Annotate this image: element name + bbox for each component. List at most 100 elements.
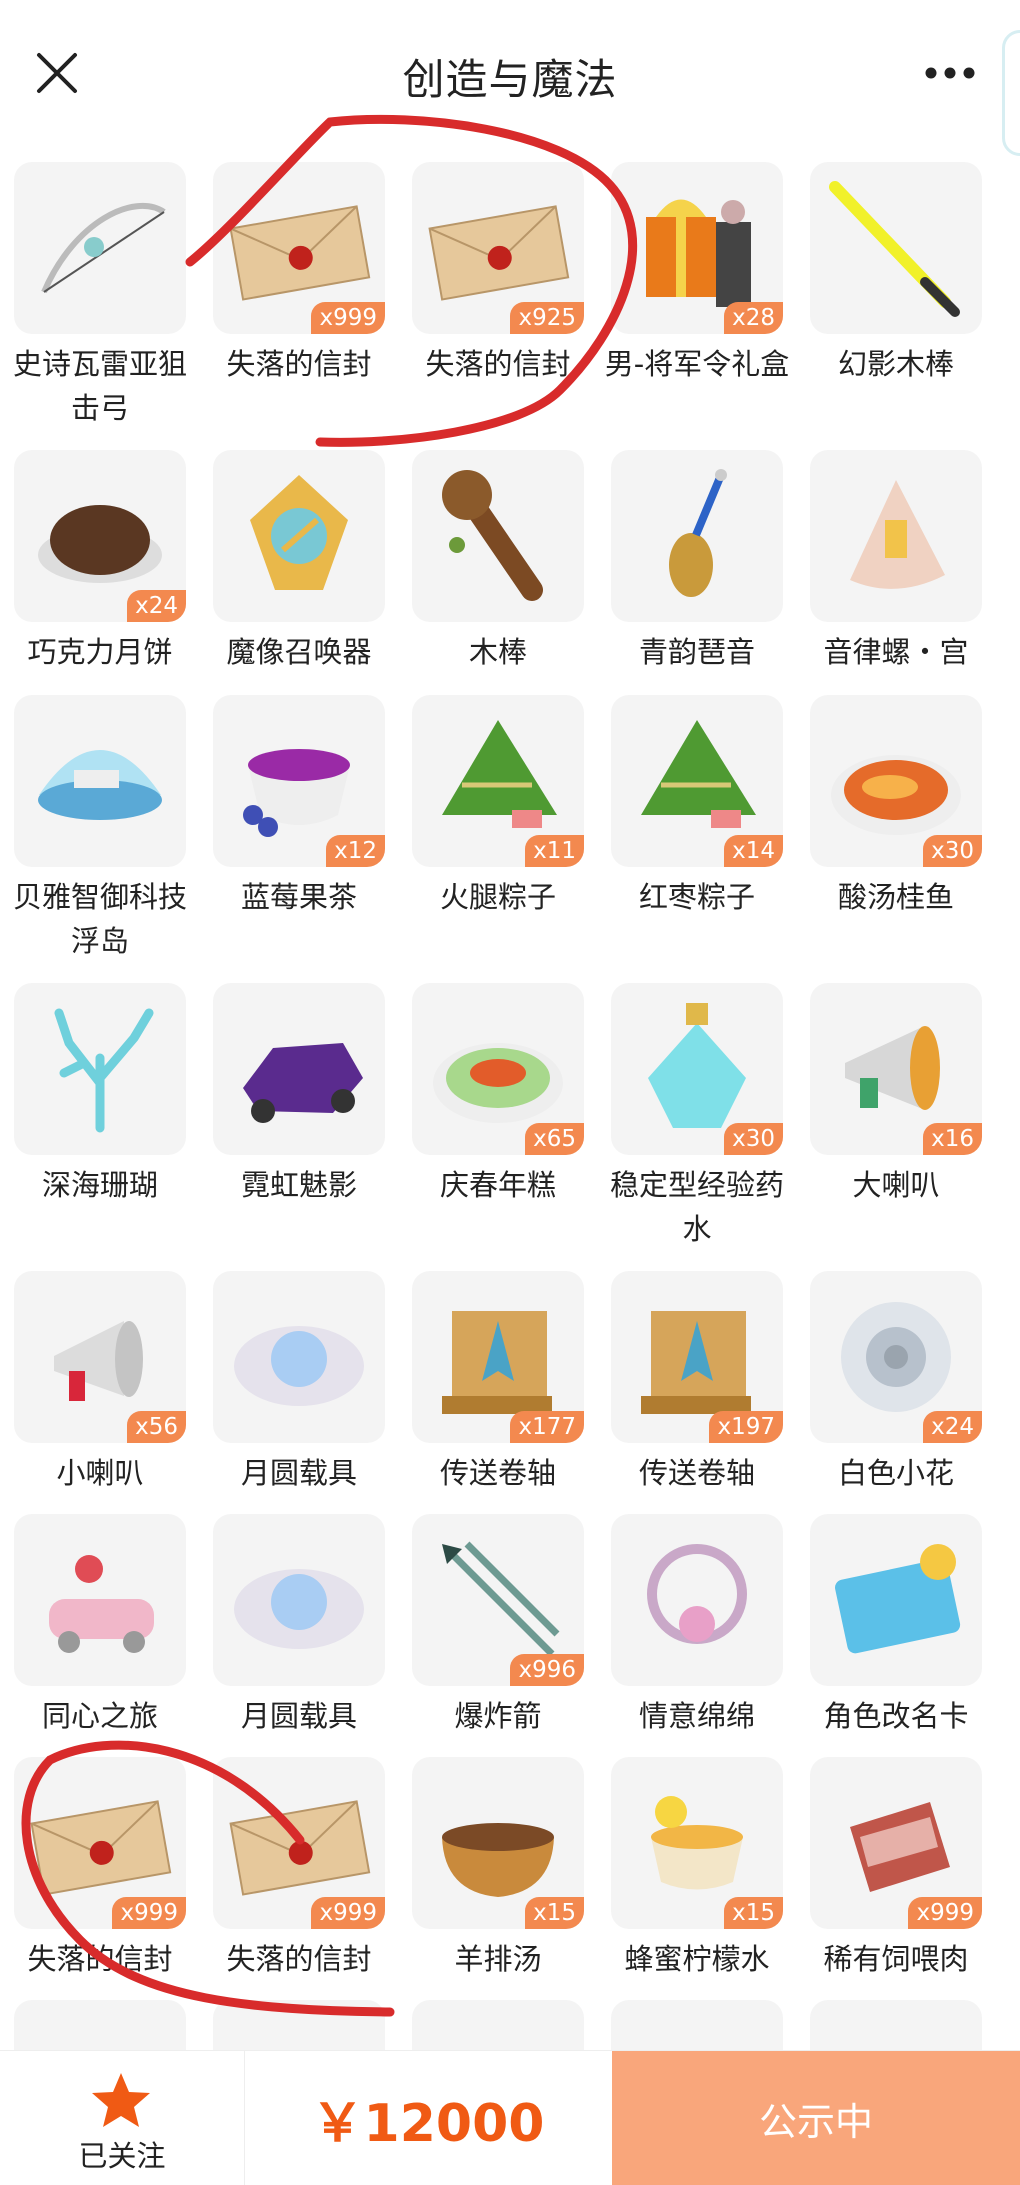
more-button[interactable] xyxy=(910,50,990,96)
item-card[interactable] xyxy=(14,1514,186,1686)
grid-item[interactable]: 角色改名卡 xyxy=(796,1514,996,1738)
lightsaber-icon xyxy=(829,181,960,317)
item-card[interactable]: x16 xyxy=(810,983,982,1155)
grid-item[interactable]: x999 稀有饲喂肉 xyxy=(796,1757,996,1981)
item-card[interactable] xyxy=(611,1514,783,1686)
grid-item[interactable]: 音律螺・宫 xyxy=(796,450,996,674)
grid-item[interactable]: x15 蜂蜜柠檬水 xyxy=(597,1757,797,1981)
item-card[interactable]: x30 xyxy=(611,983,783,1155)
item-label: 庆春年糕 xyxy=(439,1168,556,1202)
item-card[interactable]: x28 xyxy=(611,162,783,334)
grid-item-partial[interactable] xyxy=(199,2000,399,2050)
grid-item[interactable]: x65 庆春年糕 xyxy=(398,983,598,1207)
item-card[interactable] xyxy=(213,1271,385,1443)
grid-item[interactable]: x14 红枣粽子 xyxy=(597,695,797,919)
grid-item[interactable]: x177 传送卷轴 xyxy=(398,1271,598,1495)
item-card[interactable] xyxy=(810,450,982,622)
status-button[interactable]: 公示中 xyxy=(612,2051,1020,2185)
grid-item[interactable]: 月圆载具 xyxy=(199,1514,399,1738)
grid-item-partial[interactable] xyxy=(398,2000,598,2050)
grid-item[interactable]: 魔像召唤器 xyxy=(199,450,399,674)
grid-item[interactable]: x16 大喇叭 xyxy=(796,983,996,1207)
grid-item[interactable]: x11 火腿粽子 xyxy=(398,695,598,919)
item-card[interactable] xyxy=(810,162,982,334)
item-label: 传送卷轴 xyxy=(638,1456,755,1490)
grid-item[interactable]: 史诗瓦雷亚狙击弓 xyxy=(0,162,200,430)
grid-item[interactable]: x925 失落的信封 xyxy=(398,162,598,386)
page-title: 创造与魔法 xyxy=(402,55,618,104)
item-card[interactable] xyxy=(213,450,385,622)
grid-item[interactable]: x197 传送卷轴 xyxy=(597,1271,797,1495)
grid-item[interactable]: 青韵琶音 xyxy=(597,450,797,674)
item-card[interactable]: x999 xyxy=(810,1757,982,1929)
grid-item[interactable]: 同心之旅 xyxy=(0,1514,200,1738)
item-card[interactable]: x925 xyxy=(412,162,584,334)
item-card[interactable] xyxy=(611,2000,783,2050)
wooden-club-icon xyxy=(442,470,543,601)
coral-icon xyxy=(54,1008,154,1133)
item-card[interactable]: x996 xyxy=(412,1514,584,1686)
item-card[interactable] xyxy=(14,162,186,334)
item-label: 贝雅智御科技浮岛 xyxy=(12,880,187,958)
grid-item[interactable]: 幻影木棒 xyxy=(796,162,996,386)
grid-item[interactable]: x24 白色小花 xyxy=(796,1271,996,1495)
item-card[interactable]: x197 xyxy=(611,1271,783,1443)
item-label: 男-将军令礼盒 xyxy=(604,347,790,381)
item-card[interactable] xyxy=(611,450,783,622)
item-card[interactable] xyxy=(412,450,584,622)
grid-item[interactable]: 霓虹魅影 xyxy=(199,983,399,1207)
item-card[interactable]: x999 xyxy=(14,1757,186,1929)
grid-item[interactable]: x12 蓝莓果茶 xyxy=(199,695,399,919)
item-card[interactable]: x12 xyxy=(213,695,385,867)
item-card[interactable]: x999 xyxy=(213,162,385,334)
item-card[interactable] xyxy=(14,695,186,867)
item-card[interactable]: x14 xyxy=(611,695,783,867)
item-label: 大喇叭 xyxy=(852,1168,940,1202)
golem-summoner-icon xyxy=(250,475,348,590)
grid-item[interactable]: x15 羊排汤 xyxy=(398,1757,598,1981)
item-card[interactable] xyxy=(14,2000,186,2050)
bottom-bar: 已关注 ￥12000 公示中 xyxy=(0,2050,1020,2185)
count-badge: x15 xyxy=(525,1897,584,1929)
grid-item[interactable]: x56 小喇叭 xyxy=(0,1271,200,1495)
item-card[interactable] xyxy=(14,983,186,1155)
item-card[interactable]: x24 xyxy=(14,450,186,622)
item-card[interactable]: x65 xyxy=(412,983,584,1155)
item-card[interactable] xyxy=(810,2000,982,2050)
grid-item[interactable]: 情意绵绵 xyxy=(597,1514,797,1738)
grid-item[interactable]: x30 酸汤桂鱼 xyxy=(796,695,996,919)
item-card[interactable]: x24 xyxy=(810,1271,982,1443)
item-card[interactable] xyxy=(213,983,385,1155)
rename-card-icon xyxy=(835,1544,961,1654)
grid-item[interactable]: x999 失落的信封 xyxy=(199,162,399,386)
item-label: 传送卷轴 xyxy=(439,1456,556,1490)
item-card[interactable] xyxy=(412,2000,584,2050)
follow-button[interactable]: 已关注 xyxy=(0,2051,245,2185)
grid-item[interactable]: x30 稳定型经验药水 xyxy=(597,983,797,1251)
grid-item[interactable]: 月圆载具 xyxy=(199,1271,399,1495)
item-card[interactable]: x177 xyxy=(412,1271,584,1443)
item-label: 稳定型经验药水 xyxy=(609,1168,784,1246)
item-card[interactable]: x56 xyxy=(14,1271,186,1443)
item-card[interactable]: x15 xyxy=(412,1757,584,1929)
grid-item[interactable]: x999 失落的信封 xyxy=(0,1757,200,1981)
grid-item[interactable]: 深海珊瑚 xyxy=(0,983,200,1207)
item-card[interactable] xyxy=(213,2000,385,2050)
item-card[interactable]: x999 xyxy=(213,1757,385,1929)
item-card[interactable]: x30 xyxy=(810,695,982,867)
grid-item[interactable]: 贝雅智御科技浮岛 xyxy=(0,695,200,963)
count-badge: x24 xyxy=(923,1411,982,1443)
grid-item[interactable]: 木棒 xyxy=(398,450,598,674)
item-card[interactable] xyxy=(213,1514,385,1686)
grid-item[interactable]: x28 男-将军令礼盒 xyxy=(597,162,797,386)
item-card[interactable]: x11 xyxy=(412,695,584,867)
item-card[interactable] xyxy=(810,1514,982,1686)
count-badge: x30 xyxy=(923,835,982,867)
grid-item[interactable]: x24 巧克力月饼 xyxy=(0,450,200,674)
grid-item-partial[interactable] xyxy=(597,2000,797,2050)
grid-item[interactable]: x996 爆炸箭 xyxy=(398,1514,598,1738)
grid-item-partial[interactable] xyxy=(0,2000,200,2050)
grid-item-partial[interactable] xyxy=(796,2000,996,2050)
item-card[interactable]: x15 xyxy=(611,1757,783,1929)
grid-item[interactable]: x999 失落的信封 xyxy=(199,1757,399,1981)
